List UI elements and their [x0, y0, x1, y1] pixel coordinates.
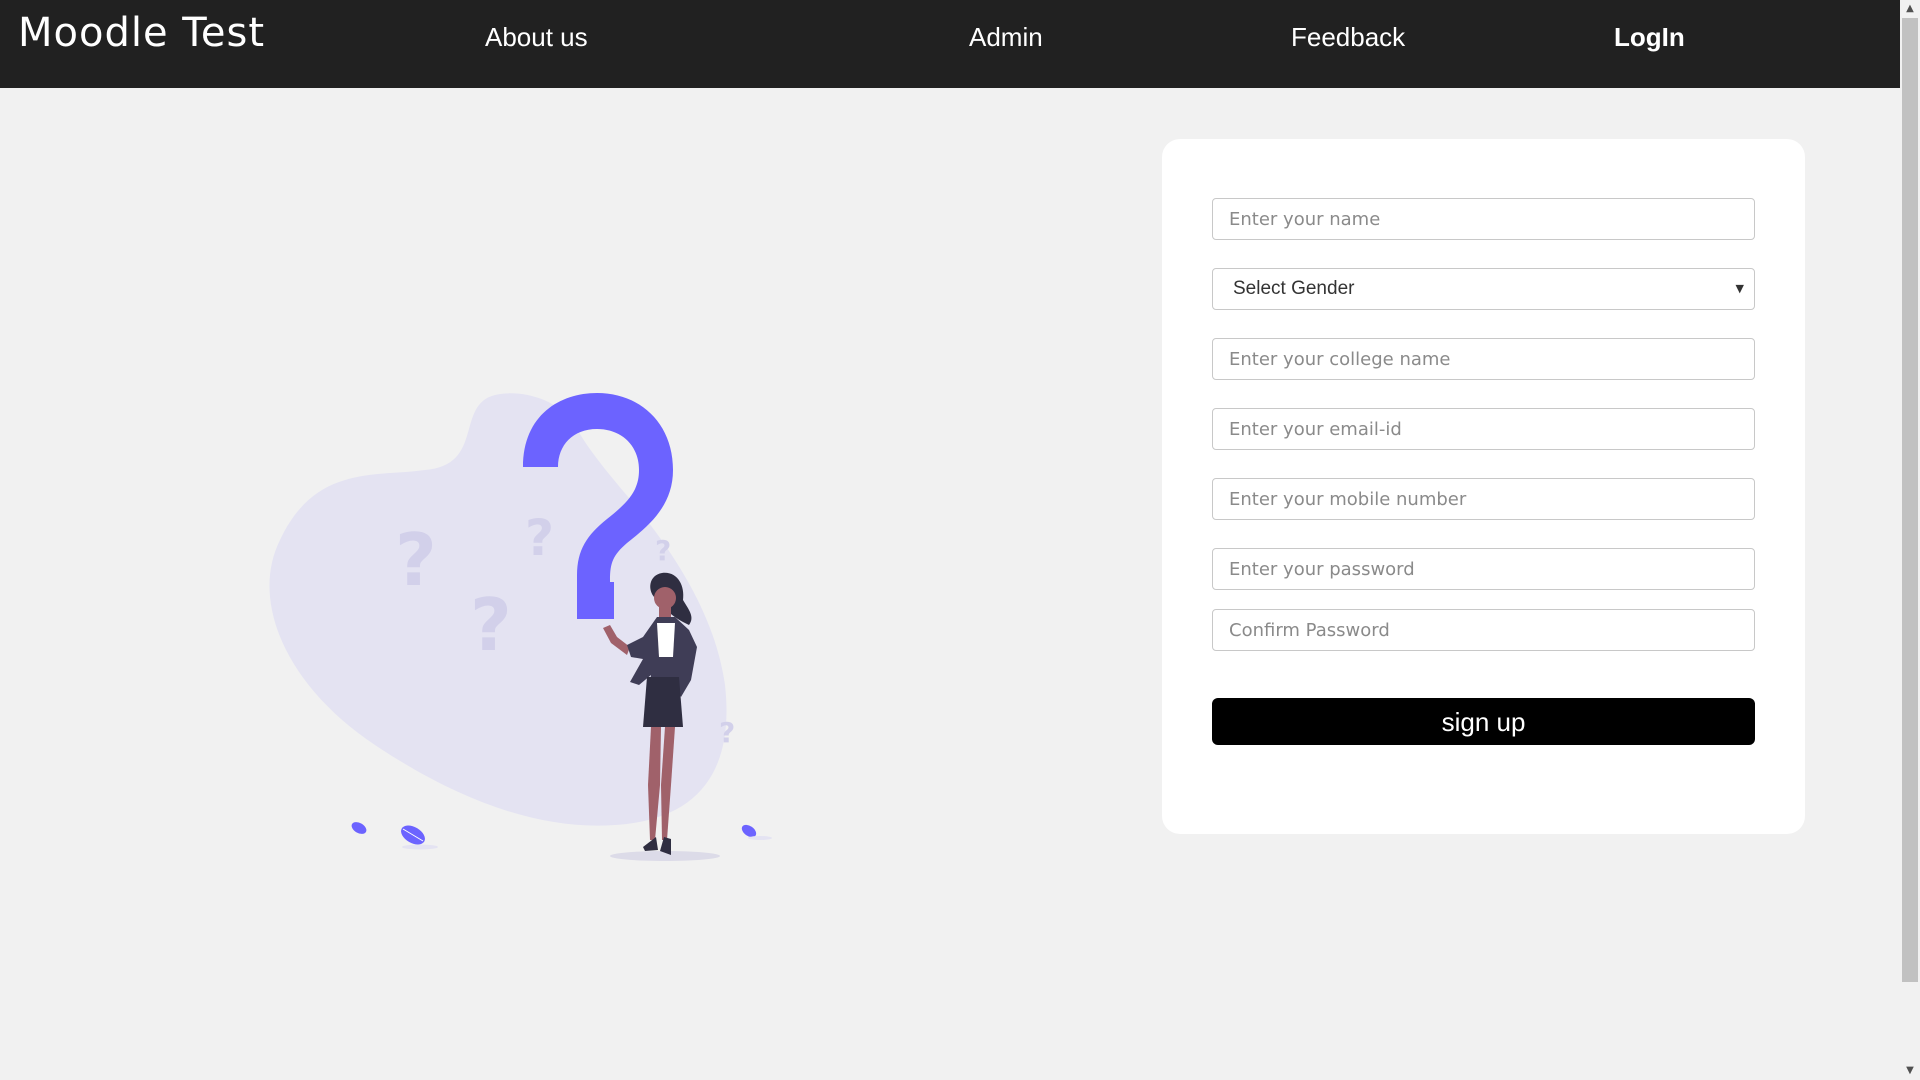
confirm-password-input[interactable]	[1212, 609, 1755, 651]
password-input[interactable]	[1212, 548, 1755, 590]
page-scrollbar[interactable]: ▲ ▼	[1900, 0, 1920, 1080]
email-input[interactable]	[1212, 408, 1755, 450]
scroll-thumb[interactable]	[1902, 18, 1918, 982]
gender-select-value: Select Gender	[1233, 278, 1355, 299]
small-question-mark: ?	[655, 534, 671, 567]
gender-select[interactable]: Select Gender ▼	[1212, 268, 1755, 310]
scroll-down-icon[interactable]: ▼	[1900, 1062, 1920, 1080]
signup-button[interactable]: sign up	[1212, 698, 1755, 745]
small-question-mark: ?	[470, 583, 512, 667]
college-input[interactable]	[1212, 338, 1755, 380]
brand-logo[interactable]: Moodle Test	[18, 8, 265, 58]
big-question-dot	[577, 582, 614, 619]
small-question-mark: ?	[525, 509, 554, 567]
signup-card: Select Gender ▼ sign up	[1162, 139, 1805, 834]
mobile-input[interactable]	[1212, 478, 1755, 520]
small-question-mark: ?	[395, 518, 437, 602]
nav-feedback[interactable]: Feedback	[1291, 20, 1405, 54]
name-input[interactable]	[1212, 198, 1755, 240]
nav-login[interactable]: LogIn	[1614, 20, 1685, 54]
top-navbar: Moodle Test About us Admin Feedback LogI…	[0, 0, 1900, 88]
question-woman-illustration: ? ? ? ? ?	[269, 393, 772, 861]
scroll-up-icon[interactable]: ▲	[1900, 0, 1920, 18]
small-question-mark: ?	[719, 716, 735, 749]
chevron-down-icon: ▼	[1735, 282, 1744, 295]
nav-about-us[interactable]: About us	[485, 20, 588, 54]
nav-admin[interactable]: Admin	[969, 20, 1043, 54]
